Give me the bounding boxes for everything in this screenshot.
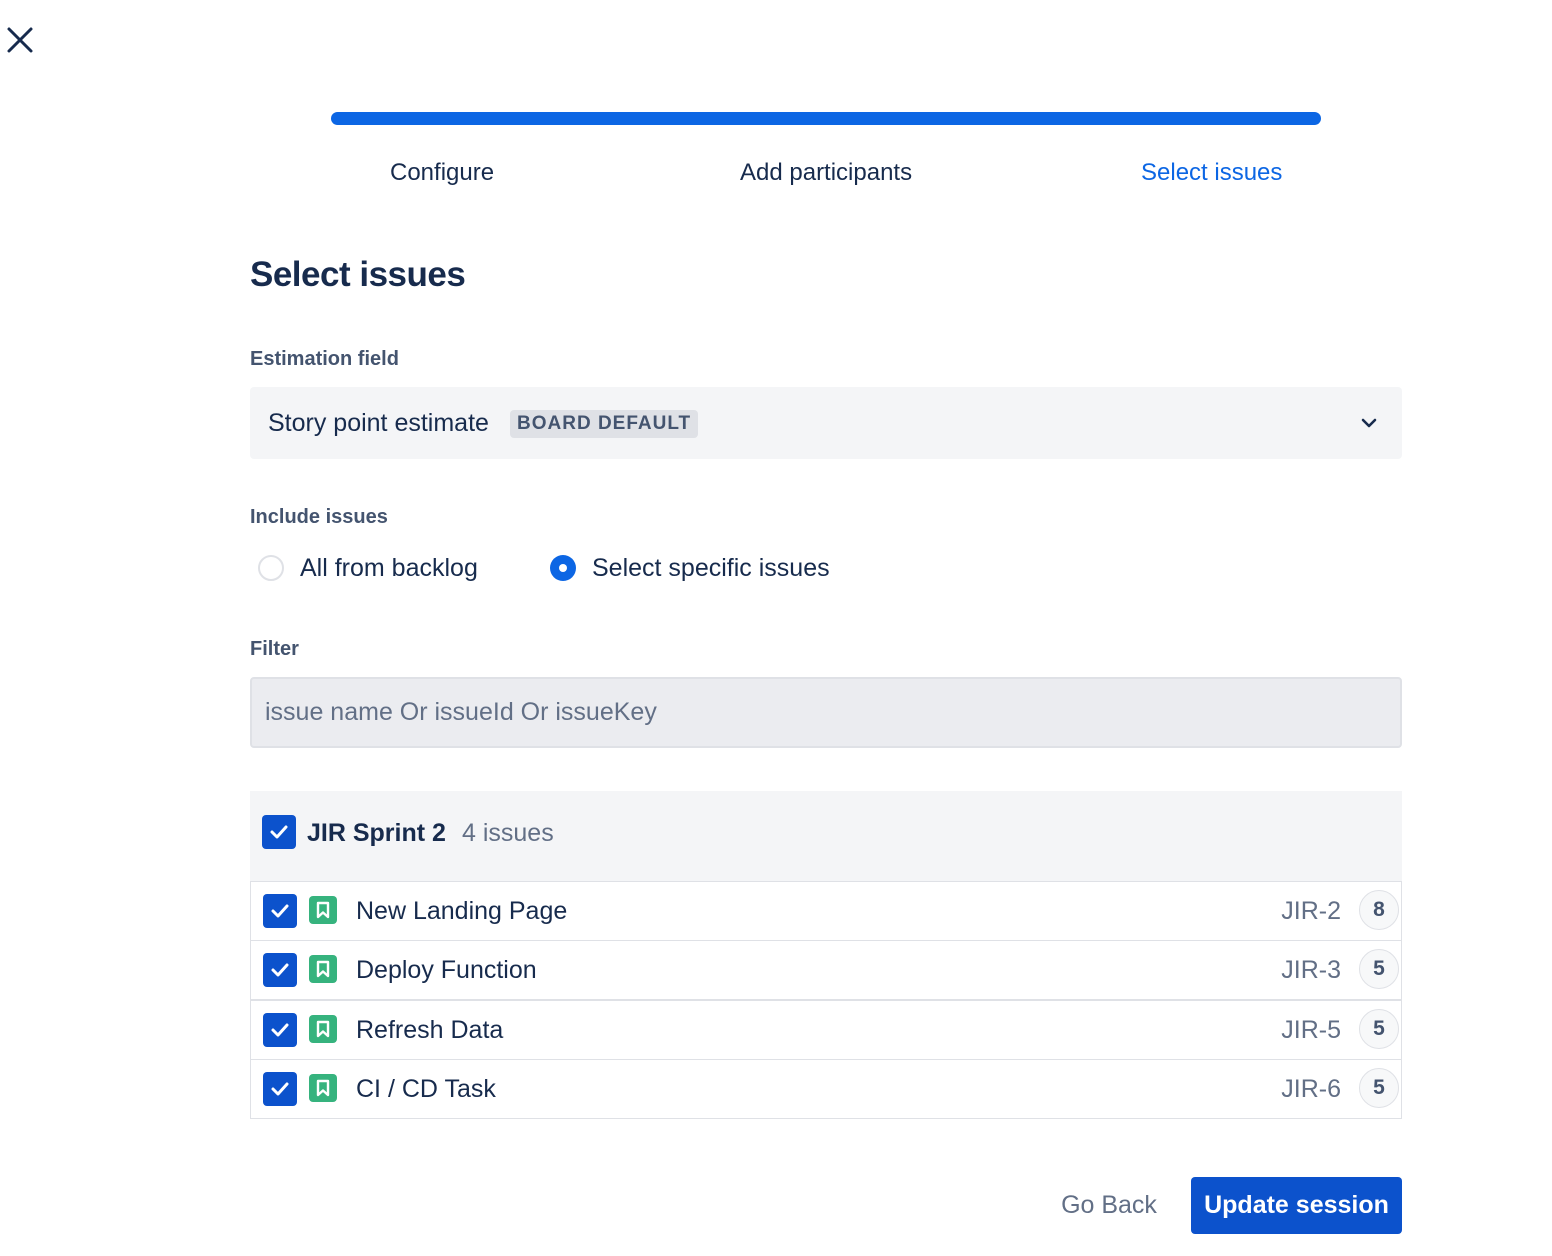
sprint-panel: JIR Sprint 2 4 issues New Landing Page J… — [250, 791, 1402, 1119]
go-back-button[interactable]: Go Back — [1046, 1177, 1172, 1234]
radio-label: All from backlog — [300, 554, 478, 582]
step-configure[interactable]: Configure — [390, 158, 494, 188]
estimation-field-label: Estimation field — [250, 348, 399, 370]
checkmark-icon — [271, 1023, 289, 1037]
chevron-down-icon — [1361, 418, 1377, 428]
radio-unchecked-icon — [258, 555, 284, 581]
issue-row[interactable]: CI / CD Task JIR-6 5 — [250, 1059, 1402, 1119]
filter-label: Filter — [250, 638, 299, 660]
sprint-name: JIR Sprint 2 — [307, 819, 446, 847]
issue-key[interactable]: JIR-5 — [1281, 1015, 1341, 1045]
issue-row[interactable]: New Landing Page JIR-2 8 — [250, 881, 1402, 941]
step-add-participants[interactable]: Add participants — [740, 158, 912, 188]
update-session-button[interactable]: Update session — [1191, 1177, 1402, 1234]
issue-name: CI / CD Task — [356, 1075, 496, 1103]
story-icon — [309, 1015, 337, 1043]
filter-input[interactable] — [250, 677, 1402, 748]
issue-name: Refresh Data — [356, 1016, 504, 1044]
issue-name: Deploy Function — [356, 956, 537, 984]
include-issues-label: Include issues — [250, 506, 388, 528]
radio-label: Select specific issues — [592, 554, 830, 582]
issue-checkbox[interactable] — [263, 1072, 297, 1106]
issue-row[interactable]: Deploy Function JIR-3 5 — [250, 940, 1402, 1000]
story-icon — [309, 955, 337, 983]
issue-key[interactable]: JIR-2 — [1281, 896, 1341, 926]
issue-key[interactable]: JIR-3 — [1281, 955, 1341, 985]
page-title: Select issues — [250, 255, 466, 294]
story-points-badge: 8 — [1359, 890, 1399, 930]
issue-row[interactable]: Refresh Data JIR-5 5 — [250, 1000, 1402, 1060]
close-button[interactable] — [4, 24, 36, 56]
issue-key[interactable]: JIR-6 — [1281, 1074, 1341, 1104]
sprint-issue-count: 4 issues — [462, 819, 554, 847]
story-points-badge: 5 — [1359, 949, 1399, 989]
issue-checkbox[interactable] — [263, 953, 297, 987]
sprint-checkbox[interactable] — [262, 815, 296, 849]
sprint-header: JIR Sprint 2 4 issues — [250, 791, 1402, 881]
board-default-badge: BOARD DEFAULT — [510, 410, 699, 438]
issue-checkbox[interactable] — [263, 1013, 297, 1047]
issue-checkbox[interactable] — [263, 894, 297, 928]
checkmark-icon — [271, 1082, 289, 1096]
estimation-field-value: Story point estimate — [268, 409, 489, 437]
story-points-badge: 5 — [1359, 1009, 1399, 1049]
issue-name: New Landing Page — [356, 897, 568, 925]
close-icon — [7, 27, 33, 53]
step-select-issues[interactable]: Select issues — [1141, 158, 1282, 188]
checkmark-icon — [271, 904, 289, 918]
story-icon — [309, 1074, 337, 1102]
progress-bar — [331, 112, 1321, 125]
story-points-badge: 5 — [1359, 1068, 1399, 1108]
story-icon — [309, 896, 337, 924]
checkmark-icon — [270, 825, 288, 839]
estimation-field-select[interactable]: Story point estimate BOARD DEFAULT — [250, 387, 1402, 459]
radio-checked-icon — [550, 555, 576, 581]
checkmark-icon — [271, 963, 289, 977]
